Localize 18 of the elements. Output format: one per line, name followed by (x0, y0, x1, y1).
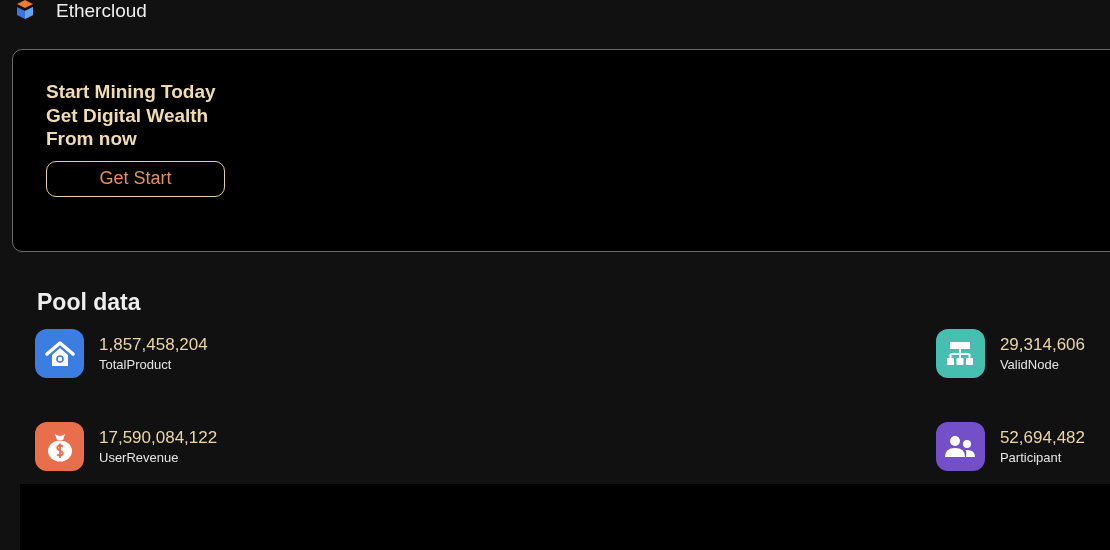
stat-label: Participant (999, 448, 1063, 467)
get-start-button[interactable]: Get Start (46, 160, 225, 197)
sitemap-icon (946, 340, 975, 367)
money-bag-icon (46, 431, 73, 462)
logo-icon (14, 0, 36, 22)
banner-headline: From now (46, 127, 138, 151)
banner-headline: Start Mining Today (46, 80, 217, 104)
stat-value: 52,694,482 (999, 426, 1085, 449)
stat-value: 17,590,084,122 (99, 426, 218, 449)
brand-name: Ethercloud (56, 0, 147, 23)
stat-label: UserRevenue (99, 448, 180, 467)
section-title: Pool data (37, 288, 142, 316)
people-icon (945, 434, 976, 459)
stat-label: ValidNode (999, 355, 1060, 374)
stat-value: 1,857,458,204 (99, 333, 208, 356)
banner-headline: Get Digital Wealth (46, 103, 210, 127)
stat-value: 29,314,606 (999, 333, 1085, 356)
stat-label: TotalProduct (99, 355, 173, 374)
